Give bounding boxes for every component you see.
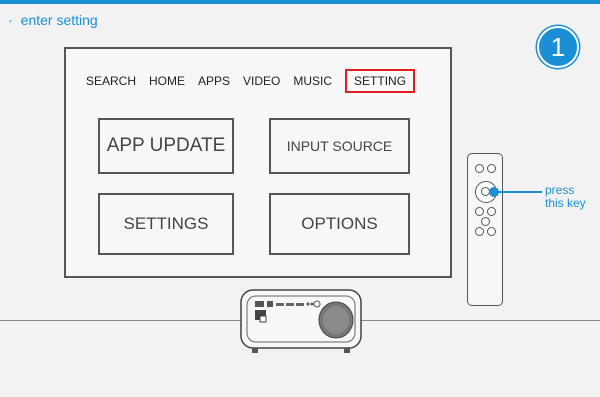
input-source-tile[interactable]: INPUT SOURCE	[269, 118, 410, 174]
menu-bar: SEARCH HOME APPS VIDEO MUSIC SETTING	[86, 69, 416, 93]
volume-up-icon	[487, 227, 496, 236]
menu-item-setting[interactable]: SETTING	[345, 69, 416, 93]
projector-icon	[240, 289, 362, 353]
settings-tile[interactable]: SETTINGS	[98, 193, 234, 255]
menu-item-apps[interactable]: APPS	[198, 74, 230, 88]
volume-down-icon	[475, 227, 484, 236]
options-tile[interactable]: OPTIONS	[269, 193, 410, 255]
power-button-icon	[475, 164, 484, 173]
remote-control-icon	[467, 153, 503, 306]
callout-line-2: this key	[545, 196, 586, 210]
tv-screen: SEARCH HOME APPS VIDEO MUSIC SETTING APP…	[64, 47, 452, 278]
bullet: ·	[8, 12, 13, 28]
menu-item-video[interactable]: VIDEO	[243, 74, 280, 88]
step-number-badge: 1	[537, 26, 579, 68]
app-update-tile[interactable]: APP UPDATE	[98, 118, 234, 174]
mute-button-icon	[487, 164, 496, 173]
menu-item-search[interactable]: SEARCH	[86, 74, 136, 88]
instruction-heading: · enter setting	[8, 12, 98, 28]
instruction-title: enter setting	[20, 12, 98, 28]
menu-item-music[interactable]: MUSIC	[293, 74, 332, 88]
menu-button-icon	[475, 207, 484, 216]
back-button-icon	[487, 207, 496, 216]
callout-text: press this key	[545, 184, 586, 210]
callout-line	[494, 191, 542, 193]
top-rule	[0, 0, 600, 4]
home-button-icon	[481, 217, 490, 226]
menu-item-home[interactable]: HOME	[149, 74, 185, 88]
